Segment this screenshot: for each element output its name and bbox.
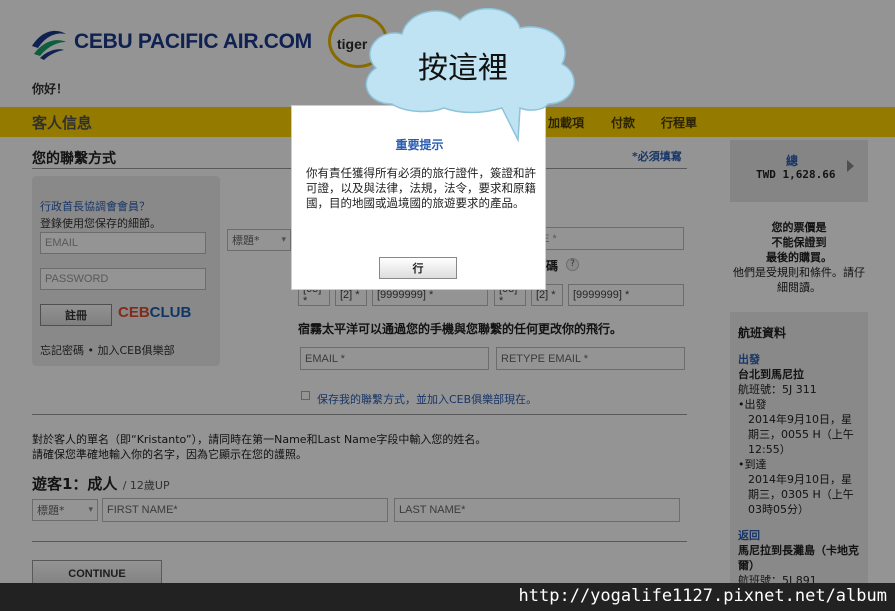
dialog-body: 你有責任獲得所有必須的旅行證件，簽證和許可證，以及與法律，法規，法令，要求和原籍…	[306, 166, 536, 210]
watermark-text: http://yogalife1127.pixnet.net/album	[518, 586, 887, 606]
watermark-bar: http://yogalife1127.pixnet.net/album	[0, 583, 895, 611]
click-here-callout: 按這裡	[352, 0, 584, 143]
callout-text: 按這裡	[418, 51, 508, 86]
dialog-ok-button[interactable]: 行	[379, 257, 457, 279]
